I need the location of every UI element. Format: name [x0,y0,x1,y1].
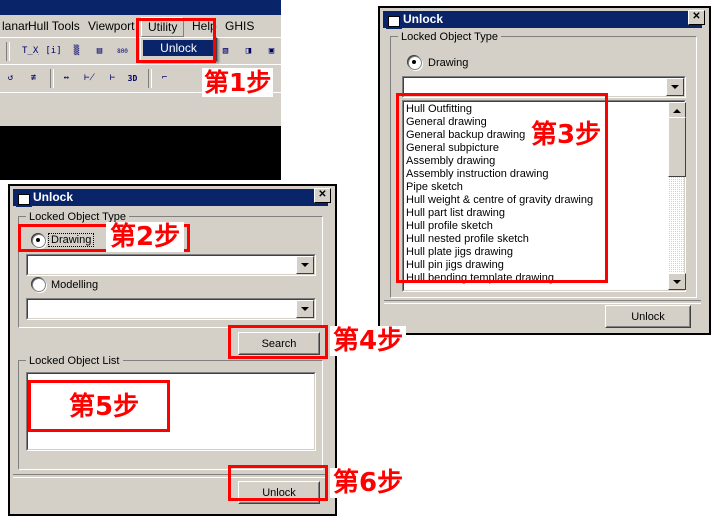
window-icon [16,192,32,207]
app-titlebar [0,0,281,15]
right-listbox-scrollbar[interactable] [668,102,686,290]
left-dialog-close-button[interactable]: ✕ [314,188,331,203]
right-radio-drawing[interactable] [408,56,422,70]
crossed-box-icon[interactable]: ▧ [217,43,234,60]
scrollbar-thumb[interactable] [668,117,686,177]
right-dialog-titlebar[interactable]: Unlock [383,11,702,29]
menu-item-ghis[interactable]: GHIS [219,17,260,35]
annotation-box-step1 [136,18,216,63]
toolbar-separator [50,69,54,88]
partial-box-icon[interactable]: ◨ [240,43,257,60]
left-group-label-list: Locked Object List [26,356,123,367]
info-box-icon[interactable]: [i] [45,43,62,60]
right-radio-drawing-label: Drawing [428,57,469,69]
chevron-down-icon[interactable] [296,256,314,274]
dimension-icon[interactable]: ⊢ [104,70,121,87]
hatch-box-icon[interactable]: ▒ [68,43,85,60]
align-icon[interactable]: ≢ [25,70,42,87]
right-dialog-divider [384,300,701,304]
corner-icon[interactable]: ⌐ [156,70,173,87]
chevron-down-icon[interactable] [296,300,314,318]
toolbar-separator [6,42,10,61]
horizontal-arrow-icon[interactable]: ↔ [58,70,75,87]
left-radio-modelling-label: Modelling [51,279,99,291]
left-drawing-combo[interactable] [26,254,316,276]
right-group-label-type: Locked Object Type [398,32,502,43]
drawing-canvas [0,126,281,180]
dimension-3d-icon[interactable]: 3D [124,70,141,87]
annotation-label-step1: 第1步 [202,68,274,97]
annotation-label-step4: 第4步 [330,326,407,356]
left-modelling-combo[interactable] [26,298,316,320]
right-dialog-title: Unlock [403,12,444,26]
annotation-label-step2: 第2步 [106,222,185,252]
annotation-box-step6 [228,465,328,501]
annotation-label-step3: 第3步 [528,120,605,150]
menu-item-viewport[interactable]: Viewport [82,17,140,35]
annotation-box-step4 [228,325,328,359]
text-icon[interactable]: T̲X̲T̲ [22,43,39,60]
left-dialog-titlebar[interactable]: Unlock [13,189,328,207]
window-icon[interactable]: ▤ [91,43,108,60]
toolbar-empty-band [0,92,281,127]
rel-dimension-icon[interactable]: ⊬ [81,70,98,87]
extra-tool-icon[interactable]: ▣ [263,43,280,60]
left-dialog-title: Unlock [33,190,74,204]
annotation-label-step6: 第6步 [330,468,407,498]
scroll-down-button[interactable] [668,273,686,290]
chevron-down-icon[interactable] [666,78,684,96]
right-dialog-close-button[interactable]: ✕ [688,10,705,25]
window-icon [386,14,402,29]
toolbar-separator [148,69,152,88]
menu-item-hull-tools[interactable]: Hull Tools [22,17,86,35]
annotation-label-step5: 第5步 [66,392,143,422]
undo-arrow-icon[interactable]: ↺ [2,70,19,87]
left-radio-modelling[interactable] [32,278,46,292]
right-unlock-button[interactable]: Unlock [605,305,691,328]
resolution-800x600-icon[interactable]: 800600 [114,43,131,60]
